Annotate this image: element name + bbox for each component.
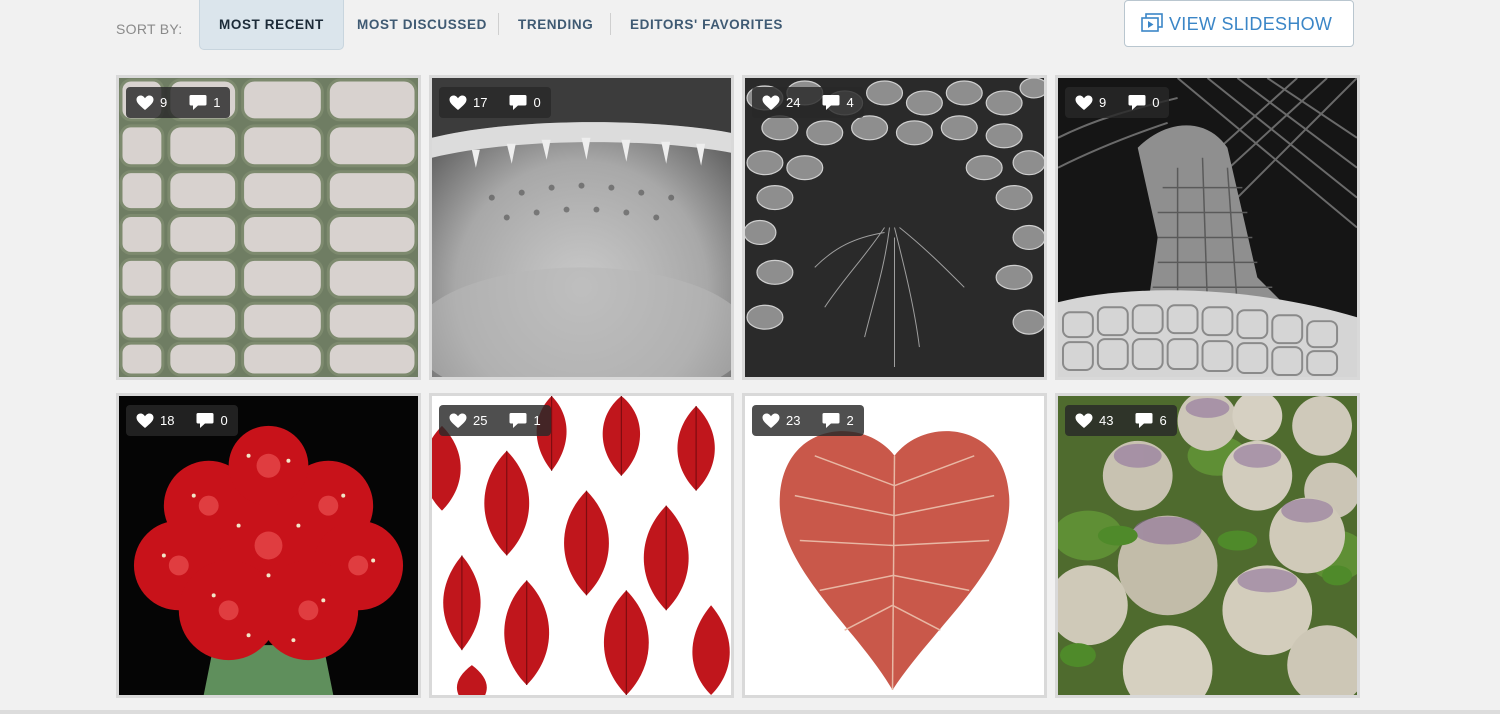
photo-tile[interactable]: 43 6 [1055,393,1360,698]
photo-tile[interactable]: 18 0 [116,393,421,698]
likes-count: 25 [473,413,488,428]
photo-tile[interactable]: 24 4 [742,75,1047,380]
comment-icon [822,95,840,110]
heart-icon [1075,413,1093,428]
heart-leaf-image [745,396,1044,695]
likes-count: 24 [786,95,801,110]
reptile-mouth-image [432,78,731,377]
stats-badge: 17 0 [439,87,551,118]
stats-badge: 25 1 [439,405,551,436]
next-row-edge [0,710,1500,714]
slideshow-label: VIEW SLIDESHOW [1169,14,1333,34]
stats-badge: 9 0 [1065,87,1170,118]
likes-count: 17 [473,95,488,110]
heart-icon [136,413,154,428]
comment-icon [189,95,207,110]
stats-badge: 43 6 [1065,405,1177,436]
likes-count: 43 [1099,413,1114,428]
stats-badge: 24 4 [752,87,864,118]
likes-count: 23 [786,413,801,428]
comment-icon [509,95,527,110]
comments-count: 6 [1159,413,1167,428]
photo-tile[interactable]: 17 0 [429,75,734,380]
comments-count: 1 [533,413,541,428]
likes-count: 18 [160,413,175,428]
turnips-image [1058,396,1357,695]
sea-anemone-image [745,78,1044,377]
heart-icon [762,95,780,110]
comments-count: 0 [533,95,541,110]
comment-icon [1135,413,1153,428]
comments-count: 1 [213,95,221,110]
stats-badge: 18 0 [126,405,238,436]
comments-count: 4 [846,95,854,110]
view-slideshow-button[interactable]: VIEW SLIDESHOW [1124,0,1354,47]
crocodile-head-image [1058,78,1357,377]
red-leaves-image [432,396,731,695]
sort-most-recent[interactable]: MOST RECENT [199,0,344,50]
heart-icon [136,95,154,110]
comment-icon [1128,95,1146,110]
sort-most-discussed[interactable]: MOST DISCUSSED [357,0,487,49]
likes-count: 9 [160,95,168,110]
photo-tile[interactable]: 25 1 [429,393,734,698]
photo-tile[interactable]: 9 1 [116,75,421,380]
heart-icon [449,95,467,110]
stats-badge: 23 2 [752,405,864,436]
comments-count: 0 [1152,95,1160,110]
photo-tile[interactable]: 23 2 [742,393,1047,698]
heart-icon [1075,95,1093,110]
crocodile-skin-image [119,78,418,377]
comments-count: 0 [220,413,228,428]
sort-trending[interactable]: TRENDING [518,0,593,49]
slideshow-icon [1141,13,1163,32]
divider [610,13,611,35]
heart-icon [762,413,780,428]
comment-icon [509,413,527,428]
sort-by-label: SORT BY: [116,21,183,37]
sort-editors-favorites[interactable]: EDITORS' FAVORITES [630,0,783,49]
comment-icon [196,413,214,428]
photo-tile[interactable]: 9 0 [1055,75,1360,380]
comment-icon [822,413,840,428]
divider [498,13,499,35]
red-cactus-image [119,396,418,695]
heart-icon [449,413,467,428]
stats-badge: 9 1 [126,87,231,118]
likes-count: 9 [1099,95,1107,110]
comments-count: 2 [846,413,854,428]
